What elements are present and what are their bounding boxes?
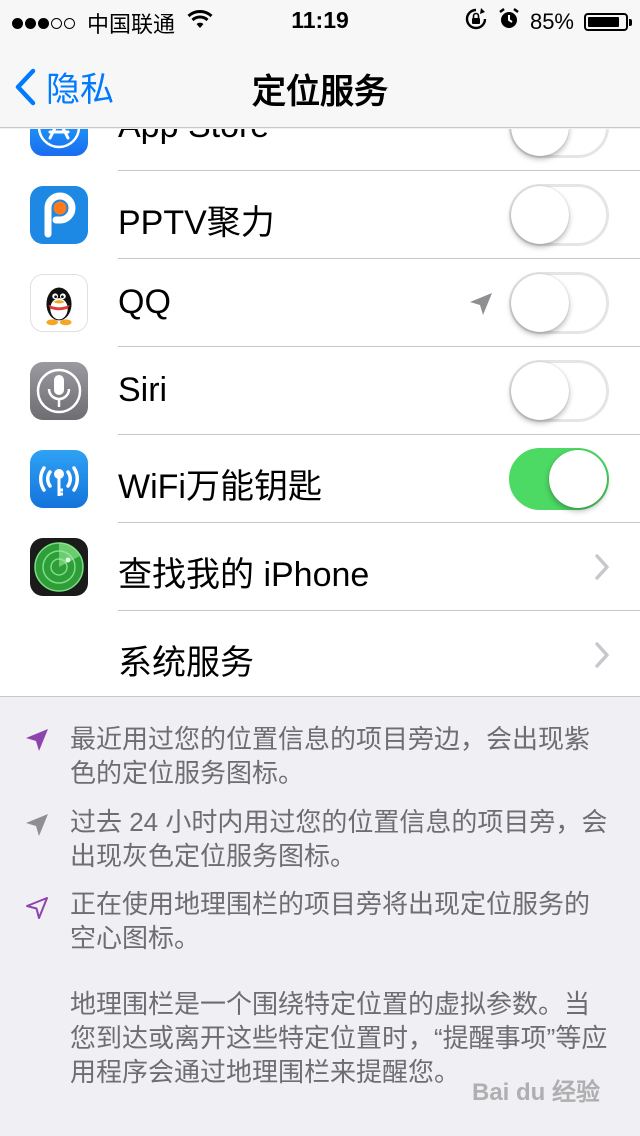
list-item-system-services[interactable]: 系统服务 — [0, 611, 640, 696]
rotation-lock-icon — [464, 7, 488, 37]
pptv-icon — [30, 186, 88, 244]
qq-label: QQ — [118, 283, 171, 321]
note-gray-arrow: 过去 24 小时内用过您的位置信息的项目旁，会出现灰色定位服务图标。 — [70, 807, 608, 871]
list-item-siri[interactable]: Siri — [0, 347, 640, 435]
list-item-find-my-iphone[interactable]: 查找我的 iPhone — [0, 523, 640, 611]
navigation-bar: 隐私 定位服务 — [0, 40, 640, 128]
location-arrow-purple-icon — [26, 729, 48, 751]
location-services-list: App Store PPTV聚力 — [0, 129, 640, 697]
watermark: Bai du 经验 — [471, 1079, 600, 1106]
location-legend-footer: 最近用过您的位置信息的项目旁边，会出现紫色的定位服务图标。 过去 24 小时内用… — [0, 697, 640, 1136]
location-arrow-gray-icon — [26, 814, 48, 836]
pptv-toggle[interactable] — [509, 184, 609, 246]
battery-level-fill — [588, 17, 619, 27]
status-right: 85% — [464, 7, 632, 37]
wifi-key-toggle[interactable] — [509, 448, 609, 510]
status-bar: 中国联通 11:19 85% — [0, 0, 640, 40]
siri-microphone-icon — [30, 362, 88, 420]
battery-icon — [584, 13, 632, 31]
pptv-label: PPTV聚力 — [118, 204, 275, 242]
note-purple-arrow: 最近用过您的位置信息的项目旁边，会出现紫色的定位服务图标。 — [70, 724, 591, 788]
chevron-right-icon — [595, 554, 609, 580]
alarm-icon — [498, 7, 520, 37]
qq-toggle[interactable] — [509, 272, 609, 334]
list-item-wifi-key[interactable]: WiFi万能钥匙 — [0, 435, 640, 523]
wifi-key-label: WiFi万能钥匙 — [118, 468, 322, 506]
list-item-qq[interactable]: QQ — [0, 259, 640, 347]
location-arrow-gray-icon — [470, 293, 492, 315]
wifi-key-icon — [30, 450, 88, 508]
find-my-iphone-label: 查找我的 iPhone — [118, 556, 370, 594]
siri-label: Siri — [118, 371, 168, 409]
chevron-right-icon — [595, 642, 609, 668]
battery-percentage: 85% — [529, 9, 574, 34]
list-item-app-store[interactable]: App Store — [0, 129, 640, 171]
siri-toggle[interactable] — [509, 360, 609, 422]
find-my-iphone-radar-icon — [30, 538, 88, 596]
app-store-icon — [30, 129, 88, 156]
app-store-toggle[interactable] — [509, 129, 609, 158]
note-hollow-arrow: 正在使用地理围栏的项目旁将出现定位服务的空心图标。 — [70, 889, 591, 953]
system-services-label: 系统服务 — [118, 644, 254, 682]
qq-penguin-icon — [30, 274, 88, 332]
app-store-label: App Store — [118, 129, 269, 146]
location-arrow-hollow-icon — [26, 897, 48, 919]
list-item-pptv[interactable]: PPTV聚力 — [0, 171, 640, 259]
page-title: 定位服务 — [252, 73, 388, 111]
